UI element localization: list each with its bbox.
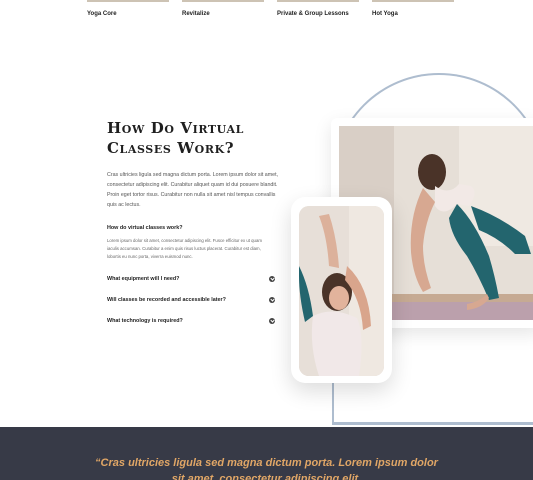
section-intro: Cras ultricies ligula sed magna dictum p… xyxy=(107,172,279,208)
class-card-hot-yoga[interactable]: Hot Yoga xyxy=(372,0,454,17)
class-card-private-group-lessons[interactable]: Private & Group Lessons xyxy=(277,0,359,17)
class-label[interactable]: Revitalize xyxy=(182,11,210,17)
faq-question[interactable]: What equipment will I need? xyxy=(107,276,179,282)
class-thumbnail[interactable] xyxy=(277,0,359,2)
expand-icon[interactable] xyxy=(269,318,275,324)
faq-question[interactable]: How do virtual classes work? xyxy=(107,225,275,231)
faq-answer: Lorem ipsum dolor sit amet, consectetur … xyxy=(107,238,262,259)
section-title-line2: Classes Work? xyxy=(107,139,235,157)
class-card-revitalize[interactable]: Revitalize xyxy=(182,0,264,17)
faq-item[interactable]: What equipment will I need? xyxy=(107,275,275,285)
class-card-yoga-core[interactable]: Yoga Core xyxy=(87,0,169,17)
section-title: How Do Virtual Classes Work? xyxy=(107,118,307,158)
class-thumbnail[interactable] xyxy=(87,0,169,2)
faq-item[interactable]: What technology is required? xyxy=(107,317,275,327)
phone-yoga-photo xyxy=(299,206,384,376)
class-label[interactable]: Hot Yoga xyxy=(372,11,398,17)
phone-pose-illustration xyxy=(299,206,384,376)
class-label[interactable]: Private & Group Lessons xyxy=(277,11,349,17)
faq-question[interactable]: Will classes be recorded and accessible … xyxy=(107,297,226,303)
decorative-arch-base xyxy=(332,422,533,425)
faq-item-open[interactable]: How do virtual classes work? Lorem ipsum… xyxy=(107,225,275,261)
faq-item[interactable]: Will classes be recorded and accessible … xyxy=(107,296,275,306)
expand-icon[interactable] xyxy=(269,297,275,303)
faq-question[interactable]: What technology is required? xyxy=(107,318,183,324)
class-label[interactable]: Yoga Core xyxy=(87,11,117,17)
section-title-line1: How Do Virtual xyxy=(107,119,244,137)
expand-icon[interactable] xyxy=(269,276,275,282)
testimonial-band: “Cras ultricies ligula sed magna dictum … xyxy=(0,427,533,480)
class-thumbnail[interactable] xyxy=(182,0,264,2)
class-strip: Yoga Core Revitalize Private & Group Les… xyxy=(0,0,533,30)
testimonial-quote: “Cras ultricies ligula sed magna dictum … xyxy=(95,457,438,480)
class-thumbnail[interactable] xyxy=(372,0,454,2)
